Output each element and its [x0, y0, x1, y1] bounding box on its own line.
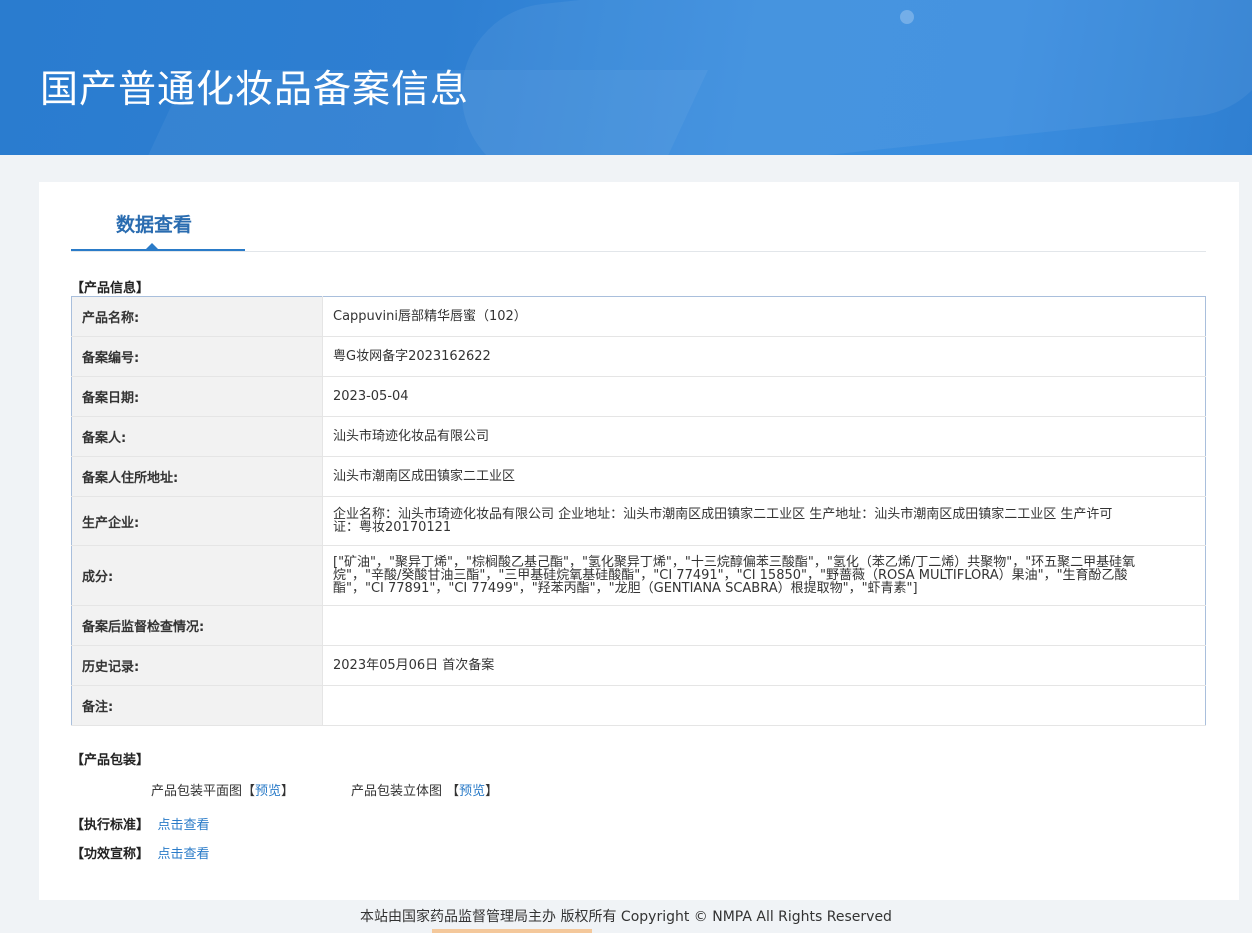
efficacy-view-link[interactable]: 点击查看	[158, 847, 210, 862]
row-value	[322, 685, 1206, 726]
packaging-heading: 【产品包装】	[71, 753, 150, 768]
row-value: 粤G妆网备字2023162622	[322, 336, 1206, 377]
row-value: ["矿油"，"聚异丁烯"，"棕榈酸乙基己酯"，"氢化聚异丁烯"，"十三烷醇偏苯三…	[322, 545, 1206, 606]
row-value: Cappuvini唇部精华唇蜜（102）	[322, 296, 1206, 337]
row-value	[322, 605, 1206, 646]
efficacy-label: 【功效宣称】	[71, 847, 150, 862]
table-row: 备案人住所地址: 汕头市潮南区成田镇家二工业区	[71, 456, 1206, 497]
table-row: 备案编号: 粤G妆网备字2023162622	[71, 336, 1206, 377]
row-value: 汕头市琦迹化妆品有限公司	[322, 416, 1206, 457]
table-row: 产品名称: Cappuvini唇部精华唇蜜（102）	[71, 296, 1206, 337]
row-key: 产品名称:	[71, 296, 323, 337]
table-row: 备案人: 汕头市琦迹化妆品有限公司	[71, 416, 1206, 457]
tab-caret-icon	[145, 243, 159, 250]
main-panel: 数据查看 【产品信息】 产品名称: Cappuvini唇部精华唇蜜（102） 备…	[39, 182, 1239, 900]
row-key: 成分:	[71, 545, 323, 606]
header-banner: 国产普通化妆品备案信息	[0, 0, 1252, 155]
table-row: 成分: ["矿油"，"聚异丁烯"，"棕榈酸乙基己酯"，"氢化聚异丁烯"，"十三烷…	[71, 545, 1206, 606]
tab-bar: 数据查看	[71, 182, 1206, 252]
table-row: 生产企业: 企业名称：汕头市琦迹化妆品有限公司 企业地址：汕头市潮南区成田镇家二…	[71, 496, 1206, 546]
product-info-heading: 【产品信息】	[71, 281, 150, 296]
product-info-table: 产品名称: Cappuvini唇部精华唇蜜（102） 备案编号: 粤G妆网备字2…	[71, 296, 1206, 726]
packaging-flat-row: 产品包装平面图【预览】	[151, 784, 295, 799]
row-key: 备案后监督检查情况:	[71, 605, 323, 646]
packaging-flat-preview-link[interactable]: 预览	[255, 784, 281, 799]
efficacy-row: 【功效宣称】 点击查看	[71, 843, 210, 862]
row-key: 备注:	[71, 685, 323, 726]
standard-row: 【执行标准】 点击查看	[71, 814, 210, 833]
row-key: 备案日期:	[71, 376, 323, 417]
row-value: 汕头市潮南区成田镇家二工业区	[322, 456, 1206, 497]
row-value: 2023-05-04	[322, 376, 1206, 417]
row-key: 备案人住所地址:	[71, 456, 323, 497]
tab-label: 数据查看	[116, 214, 193, 236]
packaging-solid-label: 产品包装立体图	[351, 784, 443, 799]
tab-data-view[interactable]: 数据查看	[71, 182, 245, 251]
row-key: 备案人:	[71, 416, 323, 457]
packaging-flat-label: 产品包装平面图	[151, 784, 243, 799]
row-key: 生产企业:	[71, 496, 323, 546]
row-key: 备案编号:	[71, 336, 323, 377]
packaging-solid-preview-link[interactable]: 预览	[459, 784, 485, 799]
table-row: 历史记录: 2023年05月06日 首次备案	[71, 645, 1206, 686]
table-row: 备案日期: 2023-05-04	[71, 376, 1206, 417]
table-row: 备注:	[71, 685, 1206, 726]
packaging-solid-row: 产品包装立体图 【预览】	[351, 784, 499, 799]
footer-copyright: 本站由国家药品监督管理局主办 版权所有 Copyright © NMPA All…	[360, 909, 892, 925]
page-title: 国产普通化妆品备案信息	[40, 67, 470, 111]
table-row: 备案后监督检查情况:	[71, 605, 1206, 646]
standard-view-link[interactable]: 点击查看	[158, 818, 210, 833]
row-value: 2023年05月06日 首次备案	[322, 645, 1206, 686]
banner-decoration	[900, 10, 914, 24]
row-key: 历史记录:	[71, 645, 323, 686]
standard-label: 【执行标准】	[71, 818, 150, 833]
row-value: 企业名称：汕头市琦迹化妆品有限公司 企业地址：汕头市潮南区成田镇家二工业区 生产…	[322, 496, 1206, 546]
footer-accent-bar	[432, 929, 592, 933]
